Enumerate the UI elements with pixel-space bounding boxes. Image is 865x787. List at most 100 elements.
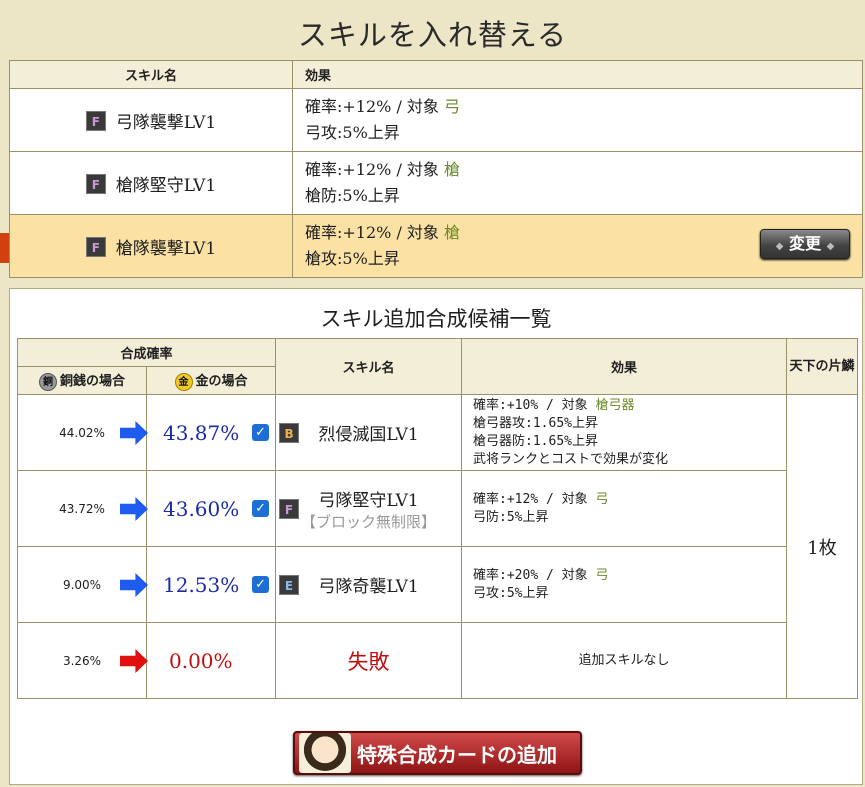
copper-rate: 43.72%	[59, 501, 105, 516]
table-header-row: 合成確率 スキル名 効果 天下の片鱗	[16, 338, 859, 395]
arrow-right-icon	[120, 573, 148, 597]
effect-target: 槍弓器	[595, 397, 635, 413]
rank-badge-icon: F	[279, 499, 300, 519]
effect-line: 確率:+12% / 対象	[305, 97, 439, 116]
gold-rate: 43.60%	[163, 496, 240, 521]
checkbox-checked[interactable]: ✓	[252, 500, 270, 517]
effect-target: 槍	[444, 160, 461, 179]
skill-name-cell: F 弓隊襲撃LV1	[9, 88, 293, 152]
current-skill-row[interactable]: F 槍隊堅守LV1 確率:+12% / 対象 槍 槍防:5%上昇	[9, 151, 863, 215]
header-rate: 合成確率	[16, 338, 277, 367]
candidate-panel-title: スキル追加合成候補一覧	[320, 307, 552, 331]
effect-line: 槍弓器攻:1.65%上昇	[473, 415, 598, 431]
skill-name: 槍隊堅守LV1	[115, 175, 217, 196]
header-effect: 効果	[461, 338, 788, 395]
checkbox-checked[interactable]: ✓	[252, 424, 270, 441]
header-scale: 天下の片鱗	[786, 338, 859, 395]
skill-effect-cell: 確率:+12% / 対象 槍 槍攻:5%上昇 ◆ 変更 ◆	[292, 214, 863, 278]
skill-name: 弓隊襲撃LV1	[115, 112, 217, 133]
header-gold-label: 金の場合	[195, 374, 248, 390]
block-note: 【ブロック無制限】	[301, 512, 437, 531]
effect-target: 弓	[444, 97, 461, 116]
header-skill-name: スキル名	[9, 60, 293, 89]
header-skill-name: スキル名	[275, 338, 463, 395]
gold-rate-cell: 0.00%	[145, 622, 277, 699]
fail-effect: 追加スキルなし	[461, 622, 788, 699]
gold-coin-icon: 金	[174, 372, 193, 391]
effect-line: 槍弓器防:1.65%上昇	[473, 433, 598, 449]
header-copper: 銅銅銭の場合	[17, 366, 147, 395]
candidate-effect-cell: 確率:+12% / 対象 弓 弓防:5%上昇	[461, 470, 788, 547]
candidate-panel: スキル追加合成候補一覧 合成確率 スキル名 効果 天下の片鱗 銅銅銭の場合 金金…	[9, 288, 863, 785]
copper-rate-cell: 9.00%	[17, 546, 148, 623]
fail-label: 失敗	[275, 622, 463, 699]
gold-rate-cell: 43.60% ✓	[145, 470, 277, 547]
header-effect: 効果	[292, 60, 863, 89]
effect-line: 確率:+12% / 対象	[305, 223, 439, 242]
effect-line: 弓防:5%上昇	[473, 509, 549, 525]
current-skill-row[interactable]: F 弓隊襲撃LV1 確率:+12% / 対象 弓 弓攻:5%上昇	[9, 88, 863, 152]
gold-rate-cell: 12.53% ✓	[145, 546, 277, 623]
candidate-effect-cell: 確率:+20% / 対象 弓 弓攻:5%上昇	[461, 546, 788, 623]
candidate-name-cell: B 烈侵滅国LV1	[275, 394, 463, 471]
candidate-row: 43.72% 43.60% ✓ F 弓隊堅守LV1 【ブロック無制限】 確率:+12%…	[17, 470, 858, 547]
candidate-row-fail: 3.26% 0.00% 失敗 追加スキルなし	[17, 622, 858, 699]
copper-rate: 44.02%	[59, 425, 105, 440]
effect-target: 槍	[444, 223, 461, 242]
rank-badge-icon: E	[279, 575, 300, 595]
effect-line: 確率:+10% / 対象	[473, 397, 588, 413]
effect-target: 弓	[595, 491, 609, 507]
change-button-label: 変更	[788, 234, 821, 253]
change-button[interactable]: ◆ 変更 ◆	[760, 229, 850, 259]
candidate-skill-name: 弓隊堅守LV1	[318, 490, 419, 511]
candidate-name-cell: F 弓隊堅守LV1 【ブロック無制限】	[275, 470, 463, 547]
effect-line: 弓攻:5%上昇	[473, 585, 549, 601]
effect-line: 確率:+12% / 対象	[473, 491, 588, 507]
table-header-row: スキル名 効果	[9, 60, 863, 89]
gold-rate: 12.53%	[163, 572, 240, 597]
page-title: スキルを入れ替える	[297, 18, 568, 52]
checkbox-checked[interactable]: ✓	[252, 576, 270, 593]
skill-effect-cell: 確率:+12% / 対象 弓 弓攻:5%上昇	[292, 88, 863, 152]
effect-line: 武将ランクとコストで効果が変化	[473, 451, 669, 467]
skill-effect-cell: 確率:+12% / 対象 槍 槍防:5%上昇	[292, 151, 863, 215]
portrait-icon	[299, 733, 351, 773]
gold-rate-cell: 43.87% ✓	[145, 394, 277, 471]
skill-name: 槍隊襲撃LV1	[115, 238, 217, 259]
add-special-card-label: 特殊合成カードの追加	[357, 742, 557, 767]
candidate-skill-name: 烈侵滅国LV1	[318, 425, 419, 445]
current-skills-table: スキル名 効果 F 弓隊襲撃LV1 確率:+12% / 対象 弓 弓攻:5%上昇 …	[9, 60, 863, 278]
effect-target: 弓	[595, 567, 609, 583]
skill-name-cell: F 槍隊堅守LV1	[9, 151, 293, 215]
rank-badge-icon: B	[279, 423, 300, 443]
effect-line: 確率:+12% / 対象	[305, 160, 439, 179]
candidate-row: 9.00% 12.53% ✓ E 弓隊奇襲LV1 確率:+20% / 対象 弓 弓攻…	[17, 546, 858, 623]
candidate-skill-name: 弓隊奇襲LV1	[318, 577, 419, 597]
copper-rate-cell: 3.26%	[17, 622, 148, 699]
rank-badge-icon: F	[85, 110, 106, 131]
copper-rate: 3.26%	[62, 653, 102, 668]
header-gold: 金金の場合	[145, 366, 277, 395]
candidate-effect-cell: 確率:+10% / 対象 槍弓器 槍弓器攻:1.65%上昇 槍弓器防:1.65%…	[461, 394, 788, 471]
copper-coin-icon: 銅	[38, 372, 57, 391]
candidate-row: 44.02% 43.87% ✓ B 烈侵滅国LV1 確率:+10% / 対象 槍弓器…	[17, 394, 859, 699]
arrow-right-icon	[120, 497, 148, 521]
effect-line: 槍防:5%上昇	[305, 186, 400, 205]
header-copper-label: 銅銭の場合	[59, 374, 125, 390]
scale-count: 1枚	[786, 394, 859, 699]
candidate-name-cell: E 弓隊奇襲LV1	[275, 546, 463, 623]
copper-rate: 9.00%	[62, 577, 102, 592]
gold-rate: 43.87%	[163, 420, 240, 445]
gold-rate: 0.00%	[169, 648, 233, 673]
effect-line: 確率:+20% / 対象	[473, 567, 588, 583]
skill-name-cell: F 槍隊襲撃LV1	[9, 214, 293, 278]
candidate-table: 合成確率 スキル名 効果 天下の片鱗 銅銅銭の場合 金金の場合 44.02% 4…	[16, 338, 859, 699]
rank-badge-icon: F	[85, 236, 106, 257]
current-skill-row-selected[interactable]: F 槍隊襲撃LV1 確率:+12% / 対象 槍 槍攻:5%上昇 ◆ 変更 ◆	[9, 214, 863, 278]
arrow-right-icon	[120, 421, 148, 445]
effect-line: 弓攻:5%上昇	[305, 123, 400, 142]
add-special-card-button[interactable]: 特殊合成カードの追加	[293, 731, 582, 775]
copper-rate-cell: 44.02%	[17, 394, 148, 471]
arrow-right-icon	[120, 649, 148, 673]
copper-rate-cell: 43.72%	[17, 470, 148, 547]
